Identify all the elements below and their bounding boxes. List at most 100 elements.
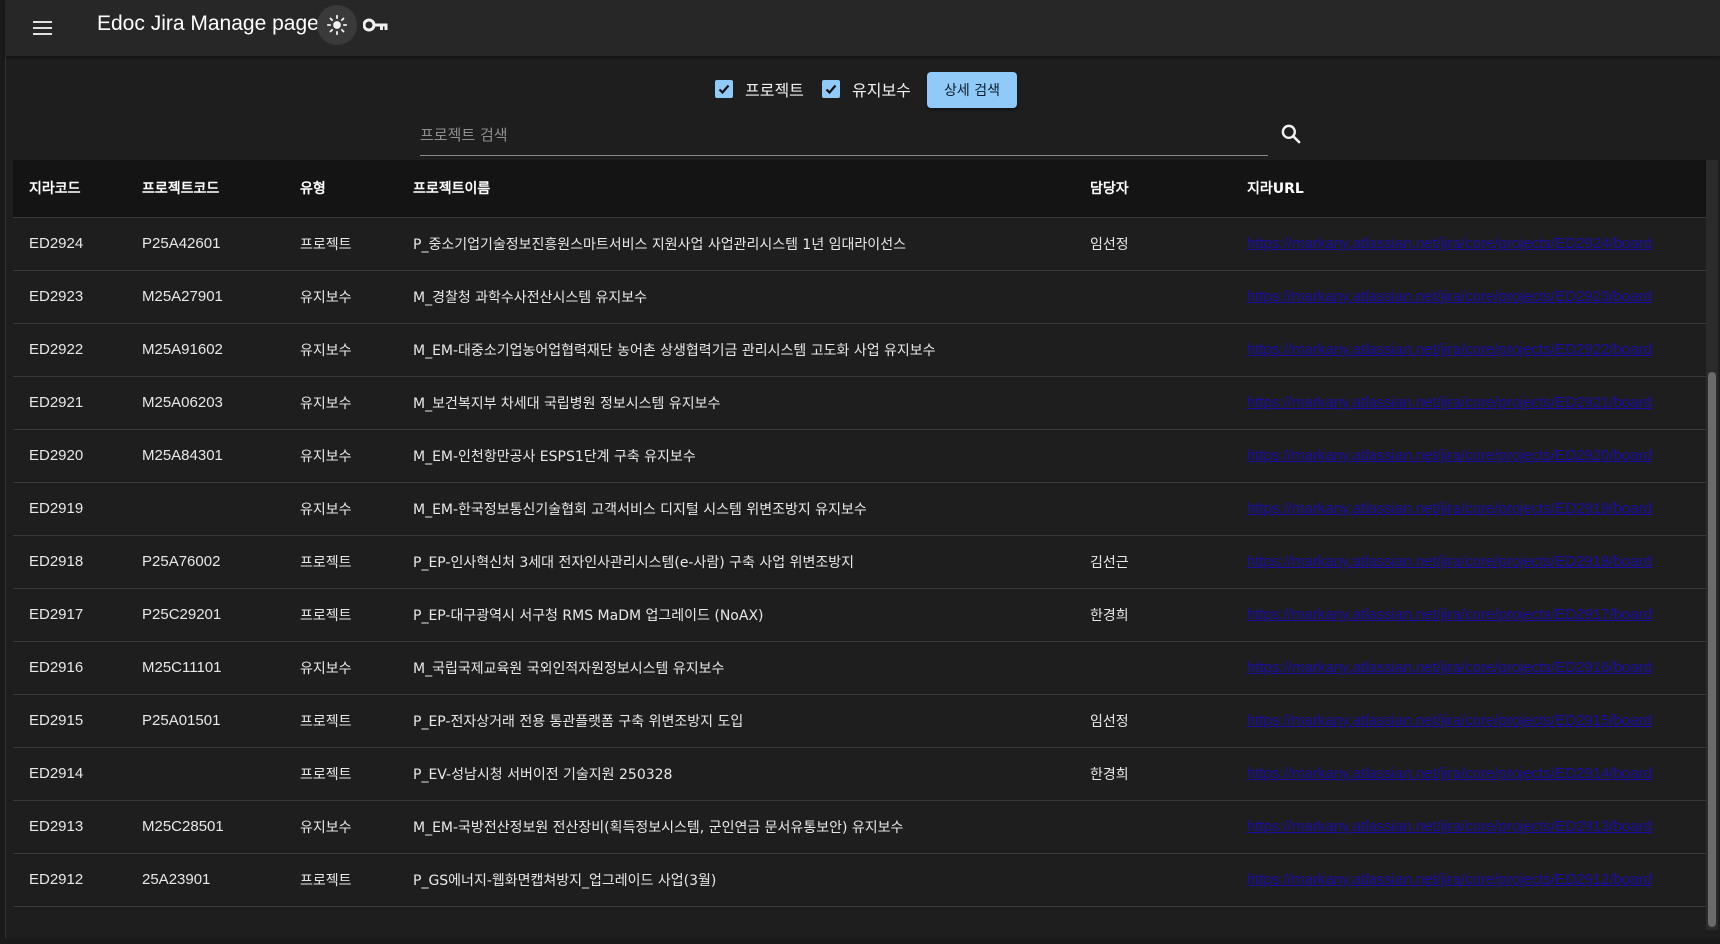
- cell-jira-url: https://markany.atlassian.net/jira/core/…: [1231, 323, 1706, 377]
- cell-project-name: P_EP-전자상거래 전용 통관플랫폼 구축 위변조방지 도입: [397, 694, 1074, 748]
- table-row[interactable]: ED2917 P25C29201 프로젝트 P_EP-대구광역시 서구청 RMS…: [13, 588, 1706, 642]
- cell-owner: 한경희: [1074, 588, 1231, 642]
- page-title: Edoc Jira Manage page: [97, 12, 319, 35]
- menu-icon[interactable]: [27, 13, 57, 43]
- table-scrollbar[interactable]: [1706, 160, 1718, 930]
- cell-type: 유지보수: [284, 800, 397, 854]
- header-project-code[interactable]: 프로젝트코드: [126, 160, 284, 218]
- theme-toggle-button[interactable]: [317, 5, 357, 45]
- cell-type: 유지보수: [284, 482, 397, 536]
- cell-project-code: [126, 747, 284, 801]
- jira-url-link[interactable]: https://markany.atlassian.net/jira/core/…: [1247, 341, 1652, 358]
- table-row[interactable]: ED2915 P25A01501 프로젝트 P_EP-전자상거래 전용 통관플랫…: [13, 694, 1706, 748]
- cell-jira-url: https://markany.atlassian.net/jira/core/…: [1231, 853, 1706, 907]
- filter-row: 프로젝트 유지보수 상세 검색: [0, 72, 1720, 108]
- app-bar: Edoc Jira Manage page: [5, 0, 1720, 56]
- jira-url-link[interactable]: https://markany.atlassian.net/jira/core/…: [1247, 500, 1652, 517]
- cell-owner: 한경희: [1074, 747, 1231, 801]
- table-row[interactable]: ED2921 M25A06203 유지보수 M_보건복지부 차세대 국립병원 정…: [13, 376, 1706, 430]
- cell-jira-url: https://markany.atlassian.net/jira/core/…: [1231, 376, 1706, 430]
- cell-jira-url: https://markany.atlassian.net/jira/core/…: [1231, 429, 1706, 483]
- cell-owner: 임선정: [1074, 217, 1231, 271]
- jira-url-link[interactable]: https://markany.atlassian.net/jira/core/…: [1247, 447, 1652, 464]
- table-row[interactable]: ED2914 프로젝트 P_EV-성남시청 서버이전 기술지원 250328 한…: [13, 747, 1706, 801]
- check-icon: [718, 84, 730, 95]
- cell-type: 프로젝트: [284, 747, 397, 801]
- cell-project-code: [126, 482, 284, 536]
- cell-jira-url: https://markany.atlassian.net/jira/core/…: [1231, 747, 1706, 801]
- cell-jira-code: ED2922: [13, 323, 126, 377]
- search-input[interactable]: [420, 118, 1268, 155]
- table-row[interactable]: ED2916 M25C11101 유지보수 M_국립국제교육원 국외인적자원정보…: [13, 641, 1706, 695]
- cell-jira-url: https://markany.atlassian.net/jira/core/…: [1231, 217, 1706, 271]
- project-checkbox-label: 프로젝트: [745, 81, 804, 100]
- jira-url-link[interactable]: https://markany.atlassian.net/jira/core/…: [1247, 288, 1652, 305]
- scrollbar-thumb[interactable]: [1708, 372, 1716, 927]
- cell-owner: [1074, 800, 1231, 854]
- maintenance-checkbox[interactable]: [822, 80, 840, 98]
- table-row[interactable]: ED2923 M25A27901 유지보수 M_경찰청 과학수사전산시스템 유지…: [13, 270, 1706, 324]
- cell-project-code: M25C11101: [126, 641, 284, 695]
- table-row[interactable]: ED2924 P25A42601 프로젝트 P_중소기업기술정보진흥원스마트서비…: [13, 217, 1706, 271]
- header-type[interactable]: 유형: [284, 160, 397, 218]
- key-icon: [363, 18, 388, 32]
- header-owner[interactable]: 담당자: [1074, 160, 1231, 218]
- header-jira-url[interactable]: 지라URL: [1231, 160, 1706, 218]
- search-icon[interactable]: [1278, 121, 1304, 147]
- detail-search-button[interactable]: 상세 검색: [927, 72, 1017, 108]
- cell-project-code: P25A01501: [126, 694, 284, 748]
- key-button[interactable]: [360, 10, 392, 40]
- cell-project-name: P_중소기업기술정보진흥원스마트서비스 지원사업 사업관리시스템 1년 임대라이…: [397, 217, 1074, 271]
- jira-url-link[interactable]: https://markany.atlassian.net/jira/core/…: [1247, 235, 1652, 252]
- table-row[interactable]: ED2922 M25A91602 유지보수 M_EM-대중소기업농어업협력재단 …: [13, 323, 1706, 377]
- cell-project-name: P_EP-인사혁신처 3세대 전자인사관리시스템(e-사람) 구축 사업 위변조…: [397, 535, 1074, 589]
- cell-jira-code: ED2924: [13, 217, 126, 271]
- cell-type: 유지보수: [284, 376, 397, 430]
- jira-url-link[interactable]: https://markany.atlassian.net/jira/core/…: [1247, 606, 1652, 623]
- header-jira-code[interactable]: 지라코드: [13, 160, 126, 218]
- project-checkbox[interactable]: [715, 80, 733, 98]
- table-row[interactable]: ED2912 25A23901 프로젝트 P_GS에너지-웹화면캡쳐방지_업그레…: [13, 853, 1706, 907]
- cell-project-name: M_경찰청 과학수사전산시스템 유지보수: [397, 270, 1074, 324]
- cell-type: 프로젝트: [284, 694, 397, 748]
- cell-jira-code: ED2918: [13, 535, 126, 589]
- table-row[interactable]: ED2918 P25A76002 프로젝트 P_EP-인사혁신처 3세대 전자인…: [13, 535, 1706, 589]
- table-row[interactable]: ED2920 M25A84301 유지보수 M_EM-인천항만공사 ESPS1단…: [13, 429, 1706, 483]
- cell-jira-code: ED2920: [13, 429, 126, 483]
- cell-jira-code: ED2916: [13, 641, 126, 695]
- cell-type: 프로젝트: [284, 217, 397, 271]
- jira-url-link[interactable]: https://markany.atlassian.net/jira/core/…: [1247, 659, 1652, 676]
- header-project-name[interactable]: 프로젝트이름: [397, 160, 1074, 218]
- cell-type: 프로젝트: [284, 588, 397, 642]
- jira-url-link[interactable]: https://markany.atlassian.net/jira/core/…: [1247, 818, 1652, 835]
- table-header-row: 지라코드 프로젝트코드 유형 프로젝트이름 담당자 지라URL: [13, 160, 1706, 218]
- cell-owner: [1074, 323, 1231, 377]
- table-row[interactable]: ED2913 M25C28501 유지보수 M_EM-국방전산정보원 전산장비(…: [13, 800, 1706, 854]
- cell-type: 프로젝트: [284, 853, 397, 907]
- jira-url-link[interactable]: https://markany.atlassian.net/jira/core/…: [1247, 765, 1652, 782]
- table-row[interactable]: ED2919 유지보수 M_EM-한국정보통신기술협회 고객서비스 디지털 시스…: [13, 482, 1706, 536]
- cell-project-code: M25A06203: [126, 376, 284, 430]
- cell-jira-code: ED2912: [13, 853, 126, 907]
- cell-owner: 임선정: [1074, 694, 1231, 748]
- jira-url-link[interactable]: https://markany.atlassian.net/jira/core/…: [1247, 871, 1652, 888]
- cell-jira-code: ED2914: [13, 747, 126, 801]
- cell-project-code: M25A91602: [126, 323, 284, 377]
- jira-url-link[interactable]: https://markany.atlassian.net/jira/core/…: [1247, 712, 1652, 729]
- cell-jira-url: https://markany.atlassian.net/jira/core/…: [1231, 535, 1706, 589]
- search-field: [420, 118, 1268, 156]
- cell-jira-code: ED2913: [13, 800, 126, 854]
- cell-project-name: M_보건복지부 차세대 국립병원 정보시스템 유지보수: [397, 376, 1074, 430]
- cell-jira-url: https://markany.atlassian.net/jira/core/…: [1231, 694, 1706, 748]
- maintenance-checkbox-label: 유지보수: [852, 81, 911, 100]
- cell-type: 유지보수: [284, 270, 397, 324]
- cell-project-code: M25C28501: [126, 800, 284, 854]
- cell-project-name: P_EP-대구광역시 서구청 RMS MaDM 업그레이드 (NoAX): [397, 588, 1074, 642]
- cell-jira-code: ED2921: [13, 376, 126, 430]
- jira-url-link[interactable]: https://markany.atlassian.net/jira/core/…: [1247, 394, 1652, 411]
- project-table: 지라코드 프로젝트코드 유형 프로젝트이름 담당자 지라URL ED2924 P…: [13, 160, 1706, 930]
- cell-jira-code: ED2917: [13, 588, 126, 642]
- cell-project-name: P_EV-성남시청 서버이전 기술지원 250328: [397, 747, 1074, 801]
- jira-url-link[interactable]: https://markany.atlassian.net/jira/core/…: [1247, 553, 1652, 570]
- cell-owner: [1074, 429, 1231, 483]
